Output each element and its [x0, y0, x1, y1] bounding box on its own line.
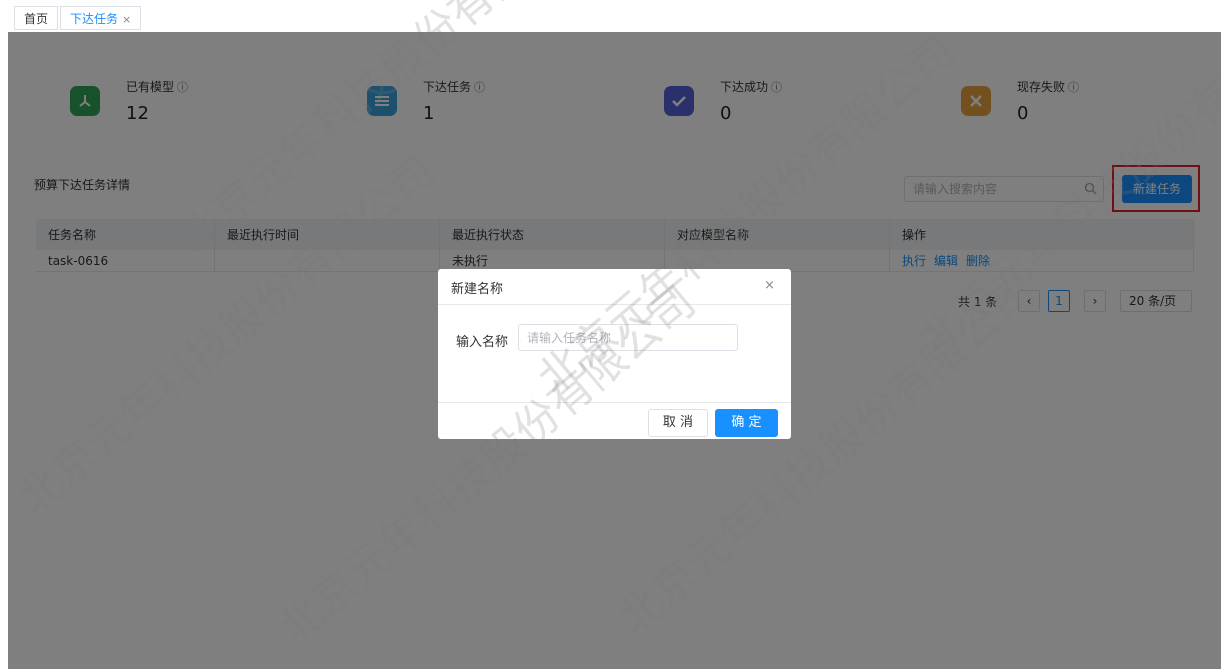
task-name-input[interactable]	[518, 324, 738, 351]
divider	[438, 402, 791, 403]
tab-close-icon[interactable]: ×	[122, 13, 131, 26]
dialog-title: 新建名称	[451, 282, 504, 297]
field-label: 输入名称	[456, 335, 509, 350]
tab-home-label: 首页	[24, 12, 49, 26]
cancel-button[interactable]: 取 消	[648, 409, 708, 437]
new-name-dialog: 新建名称 × 输入名称 取 消 确 定	[438, 269, 791, 439]
tab-home[interactable]: 首页	[14, 6, 59, 30]
tab-bar: 首页 下达任务 ×	[8, 0, 1221, 33]
tab-issue-task-label: 下达任务	[70, 12, 119, 26]
tab-issue-task[interactable]: 下达任务 ×	[60, 6, 142, 30]
divider	[438, 304, 791, 305]
close-icon[interactable]: ×	[764, 278, 775, 293]
confirm-button[interactable]: 确 定	[715, 409, 778, 437]
